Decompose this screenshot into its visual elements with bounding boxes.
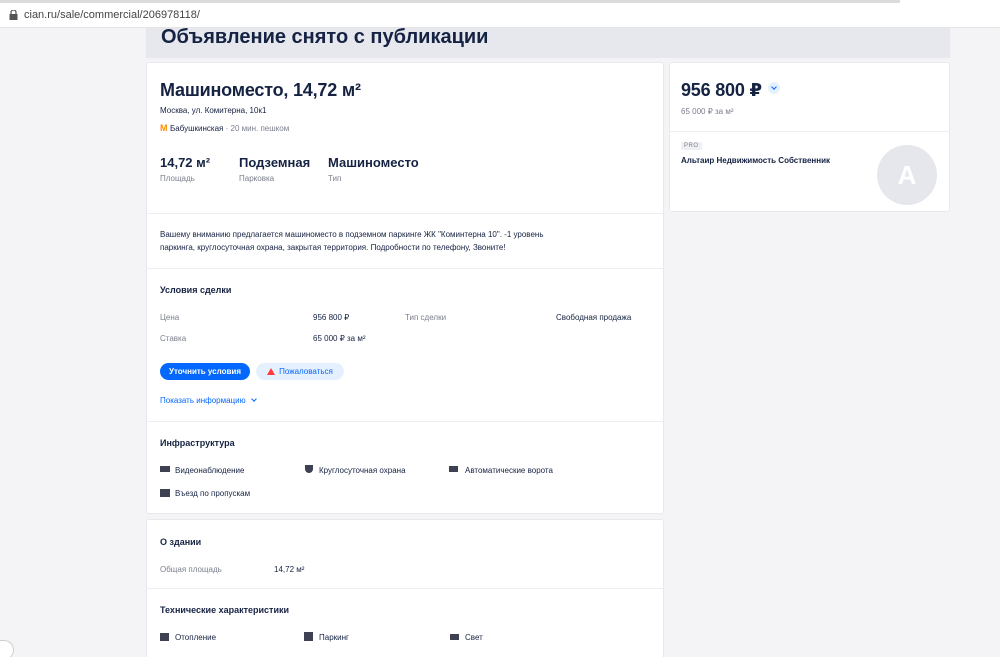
price-label: Цена [160, 313, 180, 322]
chevron-down-icon[interactable] [767, 82, 780, 94]
complain-label: Пожаловаться [279, 367, 333, 376]
divider [670, 131, 949, 132]
metro-info: Бабушкинская · 20 мин. пешком [160, 123, 290, 133]
unpublished-banner: Объявление снято с публикации [146, 28, 950, 58]
description-line-1: Вашему вниманию предлагается машиноместо… [160, 230, 544, 239]
browser-address-bar: cian.ru/sale/commercial/206978118/ [0, 0, 1000, 28]
parking-icon [304, 632, 313, 641]
deal-heading: Условия сделки [160, 285, 232, 295]
divider [147, 268, 663, 269]
infra-item-security: Круглосуточная охрана [319, 466, 406, 475]
warning-icon [267, 368, 276, 375]
shield-icon [305, 465, 313, 473]
description-line-2: паркинга, круглосуточная охрана, закрыта… [160, 243, 506, 252]
divider [147, 421, 663, 422]
rate-label: Ставка [160, 334, 187, 343]
tech-item-parking: Паркинг [319, 633, 349, 642]
listing-address[interactable]: Москва, ул. Комитерна, 10к1 [160, 106, 266, 115]
building-card [146, 519, 664, 657]
spec-parking-label: Парковка [239, 174, 275, 183]
technical-heading: Технические характеристики [160, 605, 290, 615]
infrastructure-heading: Инфраструктура [160, 438, 235, 448]
gate-icon [449, 466, 458, 472]
page-load-progress [0, 0, 900, 3]
sidebar-price: 956 800 ₽ [681, 80, 780, 101]
price-value: 956 800 ₽ [313, 313, 350, 322]
pro-badge: PRO [681, 142, 702, 150]
clarify-terms-button[interactable]: Уточнить условия [160, 363, 250, 380]
heating-icon [160, 633, 169, 641]
url-text[interactable]: cian.ru/sale/commercial/206978118/ [24, 9, 200, 21]
sidebar-price-value: 956 800 ₽ [681, 80, 762, 100]
badge-icon [160, 489, 170, 497]
rate-value: 65 000 ₽ за м² [313, 334, 366, 343]
infra-item-video: Видеонаблюдение [175, 466, 245, 475]
show-info-link[interactable]: Показать информацию [160, 396, 257, 405]
tech-item-light: Свет [465, 633, 483, 642]
infra-item-gates: Автоматические ворота [465, 466, 553, 475]
show-info-label: Показать информацию [160, 396, 246, 405]
metro-icon [160, 123, 168, 133]
sidebar-price-per-m2: 65 000 ₽ за м² [681, 107, 734, 116]
complain-button[interactable]: Пожаловаться [256, 363, 344, 380]
banner-text: Объявление снято с публикации [161, 28, 489, 48]
building-heading: О здании [160, 537, 202, 547]
chevron-down-icon [251, 396, 257, 402]
spec-parking-value: Подземная [239, 155, 311, 170]
light-icon [450, 634, 459, 640]
spec-area-value: 14,72 м² [160, 155, 211, 170]
agent-name[interactable]: Альтаир Недвижимость Собственник [681, 156, 830, 165]
lock-icon [9, 10, 18, 20]
spec-area-label: Площадь [160, 174, 195, 183]
metro-walk-time: · 20 мин. пешком [225, 124, 290, 133]
total-area-value: 14,72 м² [274, 565, 305, 574]
scroll-handle[interactable] [0, 640, 14, 657]
spec-type-value: Машиноместо [328, 155, 419, 170]
divider [147, 588, 663, 589]
divider [147, 213, 663, 214]
deal-type-label: Тип сделки [405, 313, 447, 322]
avatar[interactable]: A [877, 145, 937, 205]
camera-icon [160, 466, 170, 472]
listing-title: Машиноместо, 14,72 м² [160, 80, 361, 100]
infra-item-pass: Въезд по пропускам [175, 489, 251, 498]
total-area-label: Общая площадь [160, 565, 222, 574]
tech-item-heating: Отопление [175, 633, 217, 642]
metro-station[interactable]: Бабушкинская [170, 124, 223, 133]
deal-type-value: Свободная продажа [556, 313, 632, 322]
spec-type-label: Тип [328, 174, 342, 183]
